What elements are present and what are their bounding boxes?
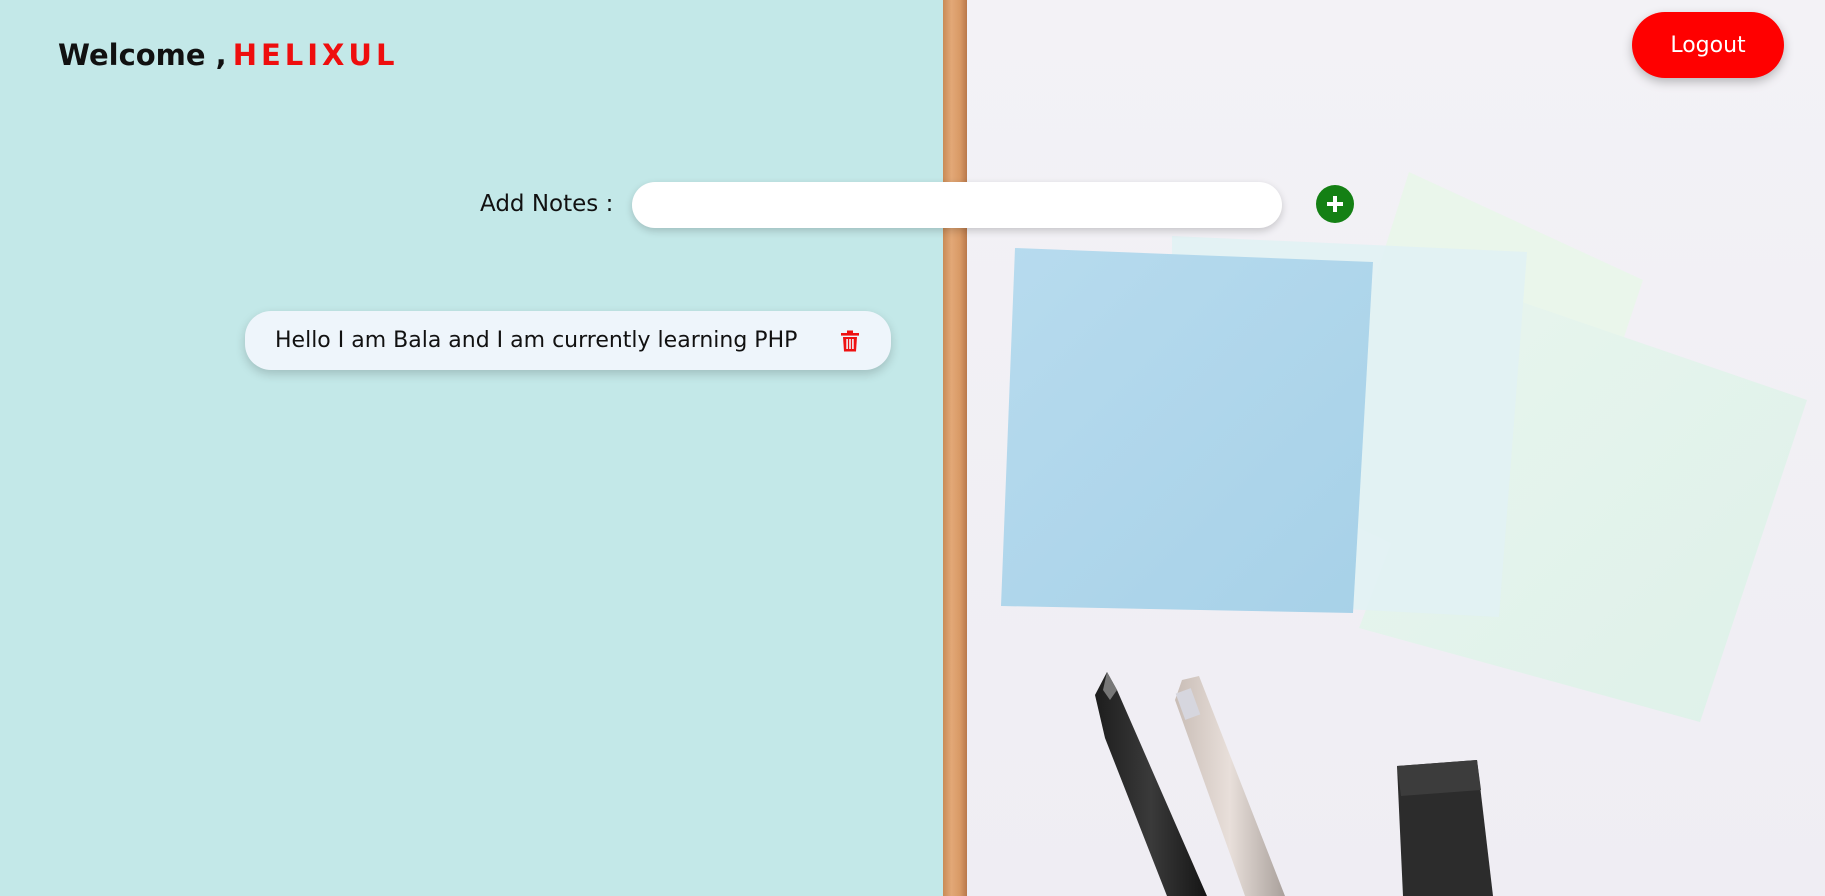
page-root: Welcome , HELIXUL Logout Add Notes : Hell… bbox=[0, 0, 1825, 896]
note-list-item: Hello I am Bala and I am currently learn… bbox=[245, 311, 891, 370]
plus-circle-icon bbox=[1327, 196, 1343, 212]
welcome-heading: Welcome , HELIXUL bbox=[58, 38, 398, 72]
add-note-input[interactable] bbox=[632, 182, 1282, 228]
left-panel-background bbox=[0, 0, 943, 896]
welcome-prefix: Welcome , bbox=[58, 38, 227, 72]
add-notes-label: Add Notes : bbox=[480, 191, 614, 217]
sticky-notes-desk-illustration bbox=[1001, 172, 1807, 896]
wooden-edge-strip bbox=[943, 0, 967, 896]
delete-note-button[interactable] bbox=[839, 329, 861, 353]
add-note-button[interactable] bbox=[1316, 185, 1354, 223]
logout-button[interactable]: Logout bbox=[1632, 12, 1784, 78]
trash-icon bbox=[841, 330, 859, 351]
username-label: HELIXUL bbox=[232, 38, 399, 72]
note-text: Hello I am Bala and I am currently learn… bbox=[275, 328, 798, 353]
